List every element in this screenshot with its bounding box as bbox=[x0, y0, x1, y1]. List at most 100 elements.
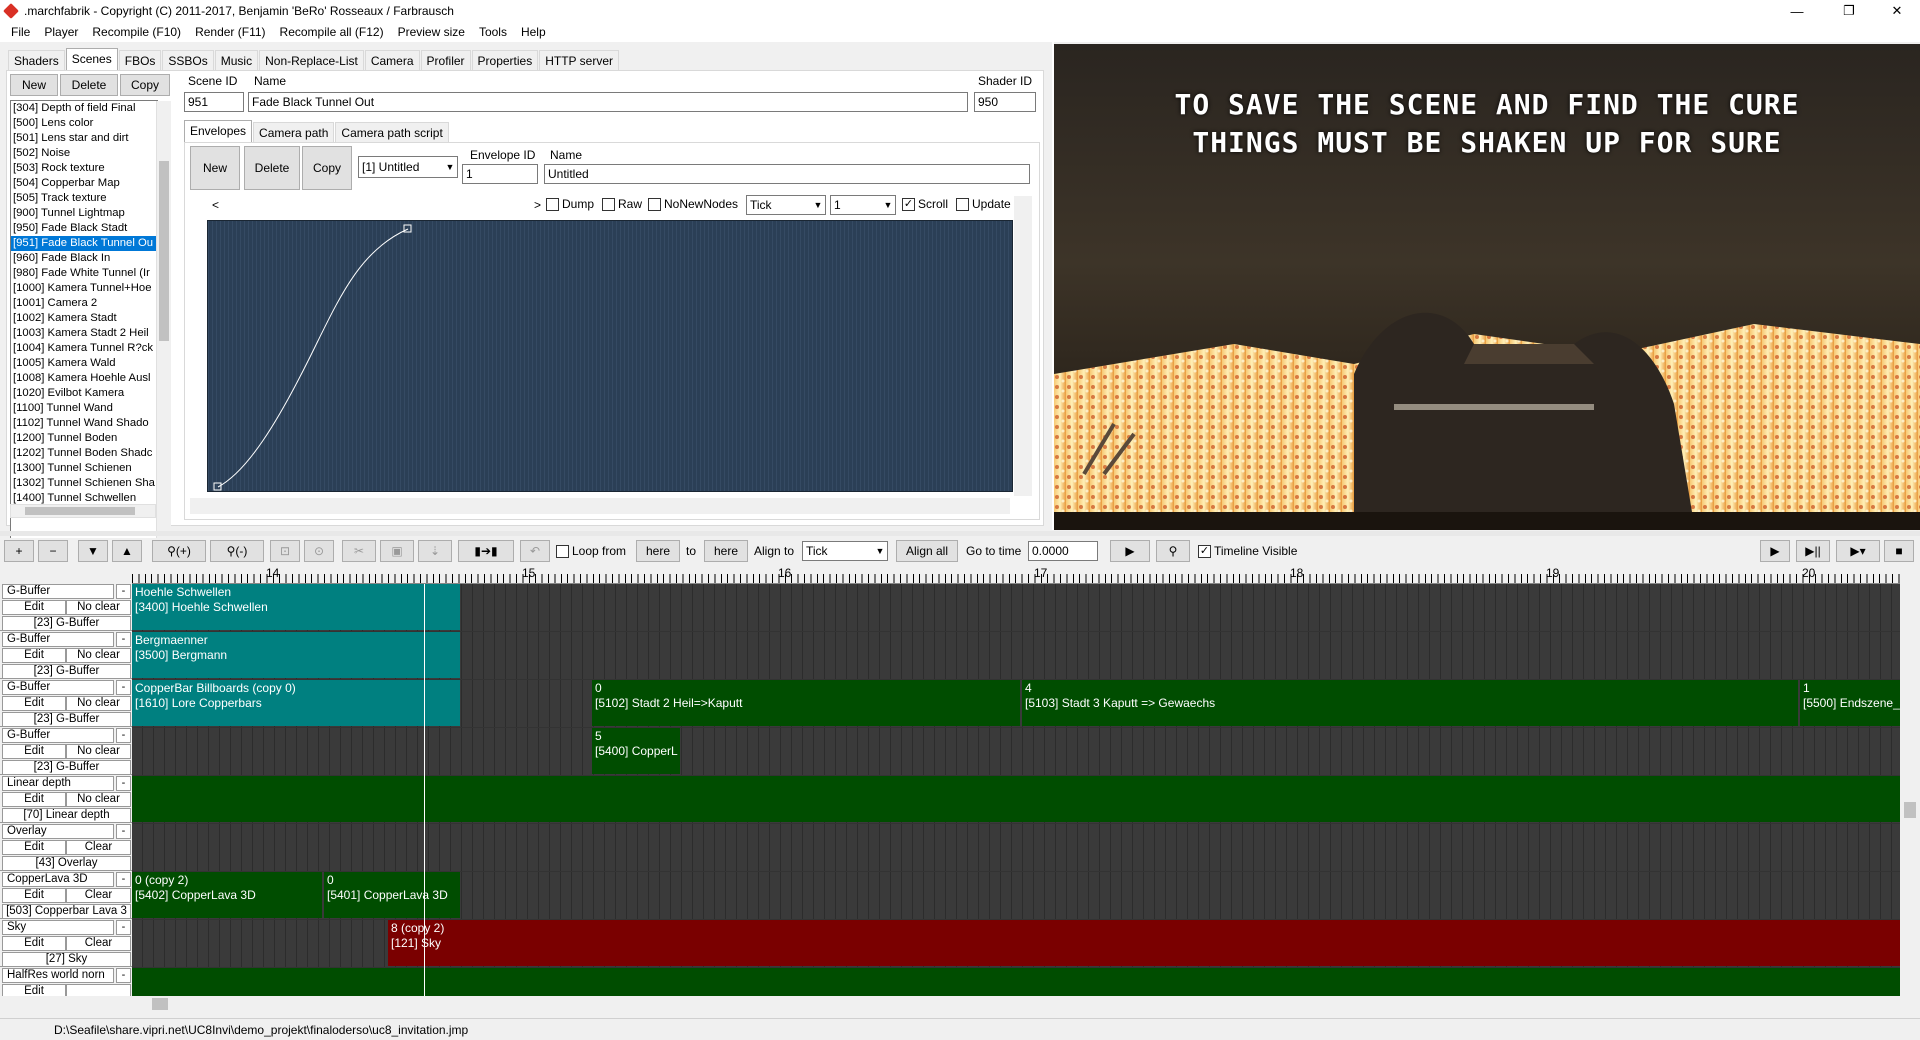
scrollbar-thumb[interactable] bbox=[159, 161, 169, 341]
scene-list-item[interactable]: [900] Tunnel Lightmap bbox=[11, 206, 157, 221]
scene-list-item[interactable]: [1020] Evilbot Kamera bbox=[11, 386, 157, 401]
loop-from-here-button[interactable]: here bbox=[636, 540, 680, 562]
track-collapse-button[interactable]: - bbox=[116, 920, 131, 935]
scene-list-scrollbar[interactable] bbox=[156, 101, 171, 551]
track-edit-button[interactable]: Edit bbox=[2, 888, 66, 903]
scene-list-item[interactable]: [1202] Tunnel Boden Shadc bbox=[11, 446, 157, 461]
scene-list-item[interactable]: [505] Track texture bbox=[11, 191, 157, 206]
tab-camera-path-script[interactable]: Camera path script bbox=[335, 122, 449, 142]
copy-envelope-button[interactable]: Copy bbox=[302, 146, 352, 190]
envelope-select[interactable]: [1] Untitled ▼ bbox=[358, 156, 458, 178]
remove-track-button[interactable]: − bbox=[38, 540, 68, 562]
timeline-clip[interactable]: 0 (copy 2) [5402] CopperLava 3D bbox=[132, 872, 322, 918]
envelope-graph[interactable] bbox=[207, 220, 1013, 492]
scene-list-item[interactable]: [501] Lens star and dirt bbox=[11, 131, 157, 146]
track-name-field[interactable]: G-Buffer bbox=[2, 584, 114, 599]
track-edit-button[interactable]: Edit bbox=[2, 792, 66, 807]
delete-envelope-button[interactable]: Delete bbox=[244, 146, 300, 190]
track-name-field[interactable]: G-Buffer bbox=[2, 632, 114, 647]
menu-render[interactable]: Render (F11) bbox=[188, 22, 272, 42]
scene-list-item[interactable]: [950] Fade Black Stadt bbox=[11, 221, 157, 236]
track-clear-toggle[interactable]: No clear bbox=[66, 648, 131, 663]
track-collapse-button[interactable]: - bbox=[116, 680, 131, 695]
timeline-tracks[interactable]: Hoehle Schwellen [3400] Hoehle Schwellen B… bbox=[132, 584, 1900, 996]
timeline-clip[interactable]: 4 [5103] Stadt 3 Kaputt => Gewaechs bbox=[1022, 680, 1798, 726]
raw-checkbox[interactable]: Raw bbox=[602, 197, 642, 211]
track-name-field[interactable]: Linear depth bbox=[2, 776, 114, 791]
timeline-clip[interactable]: Bergmaenner [3500] Bergmann bbox=[132, 632, 460, 678]
scroll-left-icon[interactable]: < bbox=[212, 198, 219, 212]
menu-recompile-all[interactable]: Recompile all (F12) bbox=[273, 22, 391, 42]
scrollbar-thumb[interactable] bbox=[1904, 802, 1916, 818]
close-button[interactable]: ✕ bbox=[1874, 0, 1920, 22]
scene-list-item[interactable]: [502] Noise bbox=[11, 146, 157, 161]
scene-list-item[interactable]: [951] Fade Black Tunnel Ou bbox=[11, 236, 157, 251]
go-to-time-button[interactable]: ▶ bbox=[1110, 540, 1150, 562]
dump-checkbox[interactable]: Dump bbox=[546, 197, 594, 211]
maximize-button[interactable]: ❐ bbox=[1826, 0, 1872, 22]
copy-clip-button[interactable]: ▣ bbox=[380, 540, 414, 562]
tab-fbos[interactable]: FBOs bbox=[118, 50, 162, 70]
track-edit-button[interactable]: Edit bbox=[2, 840, 66, 855]
scene-list-item[interactable]: [1001] Camera 2 bbox=[11, 296, 157, 311]
scroll-checkbox[interactable]: ✓ Scroll bbox=[902, 197, 948, 211]
play-button[interactable]: ▶ bbox=[1760, 540, 1790, 562]
timeline-clip[interactable]: 8 (copy 2) [121] Sky bbox=[388, 920, 1900, 966]
update-checkbox[interactable]: Update bbox=[956, 197, 1011, 211]
hscrollbar-thumb[interactable] bbox=[25, 507, 135, 515]
new-scene-button[interactable]: New bbox=[10, 74, 58, 96]
timeline-clip[interactable]: 0 [5401] CopperLava 3D bbox=[324, 872, 460, 918]
timeline-clip[interactable]: 0 [5102] Stadt 2 Heil=>Kaputt bbox=[592, 680, 1020, 726]
menu-preview-size[interactable]: Preview size bbox=[391, 22, 472, 42]
tab-ssbos[interactable]: SSBOs bbox=[162, 50, 214, 70]
scene-list-item[interactable]: [960] Fade Black In bbox=[11, 251, 157, 266]
scene-list-item[interactable]: [980] Fade White Tunnel (Ir bbox=[11, 266, 157, 281]
align-all-button[interactable]: Align all bbox=[896, 540, 958, 562]
tab-non-replace-list[interactable]: Non-Replace-List bbox=[259, 50, 364, 70]
timeline-clip[interactable]: 1 [5500] Endszene_ bbox=[1800, 680, 1900, 726]
timeline-clip[interactable] bbox=[132, 968, 1900, 996]
zoom-out-button[interactable]: ⚲(-) bbox=[210, 540, 264, 562]
tab-properties[interactable]: Properties bbox=[471, 50, 539, 70]
track-clear-toggle[interactable]: Clear bbox=[66, 936, 131, 951]
scrollbar-thumb[interactable] bbox=[152, 998, 168, 1010]
play-pause-button[interactable]: ▶|| bbox=[1796, 540, 1830, 562]
tab-envelopes[interactable]: Envelopes bbox=[184, 120, 253, 142]
graph-hscrollbar[interactable] bbox=[190, 498, 1010, 514]
move-track-up-button[interactable]: ▲ bbox=[112, 540, 142, 562]
track-clear-toggle[interactable]: Clear bbox=[66, 840, 131, 855]
panel-splitter[interactable] bbox=[1052, 42, 1054, 530]
timeline-vscrollbar[interactable] bbox=[1900, 566, 1920, 996]
graph-vscrollbar[interactable] bbox=[1014, 196, 1032, 496]
envelope-curve-canvas[interactable] bbox=[208, 221, 1013, 492]
track-row[interactable] bbox=[132, 728, 1900, 775]
envelope-name-field[interactable]: Untitled bbox=[544, 164, 1030, 184]
track-clear-toggle[interactable]: No clear bbox=[66, 744, 131, 759]
tab-camera[interactable]: Camera bbox=[364, 50, 420, 70]
track-collapse-button[interactable]: - bbox=[116, 728, 131, 743]
tab-scenes[interactable]: Scenes bbox=[65, 48, 118, 70]
scene-list-item[interactable]: [1200] Tunnel Boden bbox=[11, 431, 157, 446]
scene-list-hscrollbar[interactable] bbox=[10, 504, 156, 518]
track-name-field[interactable]: HalfRes world norn bbox=[2, 968, 114, 983]
preview-viewport[interactable]: TO SAVE THE SCENE AND FIND THE CURE THIN… bbox=[1054, 44, 1920, 530]
scene-list-item[interactable]: [503] Rock texture bbox=[11, 161, 157, 176]
scene-list[interactable]: [304] Depth of field Final [500] Lens col… bbox=[10, 100, 158, 552]
menu-recompile[interactable]: Recompile (F10) bbox=[85, 22, 188, 42]
move-track-down-button[interactable]: ▼ bbox=[78, 540, 108, 562]
track-name-field[interactable]: G-Buffer bbox=[2, 680, 114, 695]
menu-help[interactable]: Help bbox=[514, 22, 553, 42]
track-edit-button[interactable]: Edit bbox=[2, 600, 66, 615]
tab-shaders[interactable]: Shaders bbox=[8, 50, 65, 70]
play-options-button[interactable]: ▶▾ bbox=[1836, 540, 1880, 562]
scene-id-field[interactable]: 951 bbox=[184, 92, 244, 112]
scroll-right-icon[interactable]: > bbox=[534, 198, 541, 212]
find-button[interactable]: ⚲ bbox=[1156, 540, 1190, 562]
tab-camera-path[interactable]: Camera path bbox=[253, 122, 335, 142]
track-collapse-button[interactable]: - bbox=[116, 776, 131, 791]
loop-from-checkbox[interactable]: Loop from bbox=[556, 544, 626, 558]
horizontal-splitter[interactable] bbox=[0, 531, 1920, 536]
align-to-select[interactable]: Tick ▼ bbox=[802, 541, 888, 561]
track-edit-button[interactable]: Edit bbox=[2, 648, 66, 663]
delete-scene-button[interactable]: Delete bbox=[60, 74, 118, 96]
